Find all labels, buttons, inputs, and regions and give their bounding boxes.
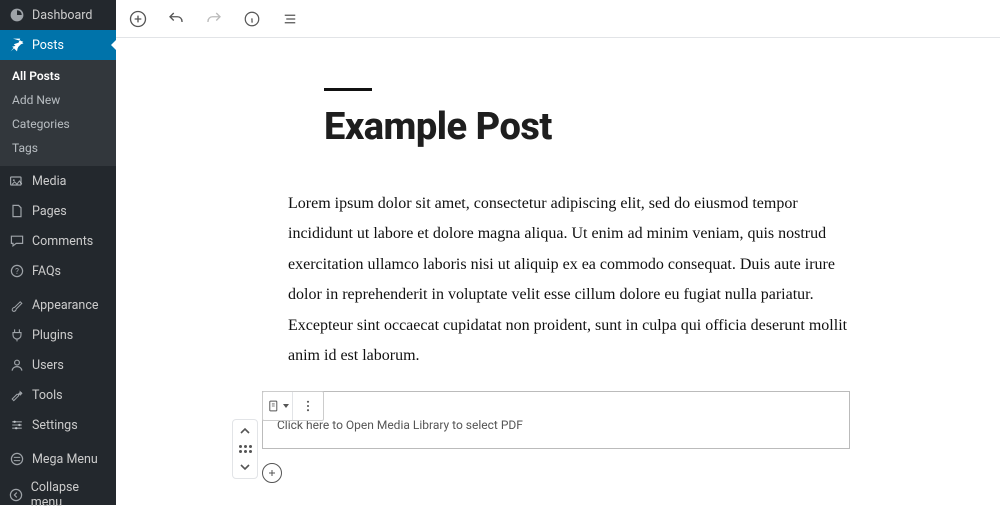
user-icon: [8, 356, 26, 374]
pdf-placeholder[interactable]: Click here to Open Media Library to sele…: [262, 391, 850, 449]
admin-sidebar: Dashboard Posts All Posts Add New Catego…: [0, 0, 116, 505]
block-toolbar: [262, 391, 324, 421]
sidebar-label: Dashboard: [32, 8, 92, 23]
chevron-down-icon: [283, 404, 289, 408]
brush-icon: [8, 296, 26, 314]
menu-icon: [8, 450, 26, 468]
sidebar-item-media[interactable]: Media: [0, 166, 116, 196]
sidebar-label: Users: [32, 358, 64, 373]
page-icon: [8, 202, 26, 220]
sidebar-item-comments[interactable]: Comments: [0, 226, 116, 256]
sidebar-label: Settings: [32, 418, 78, 433]
post-paragraph[interactable]: Lorem ipsum dolor sit amet, consectetur …: [288, 189, 850, 371]
sidebar-label: Tools: [32, 388, 63, 403]
editor-main: Example Post Lorem ipsum dolor sit amet,…: [116, 0, 1000, 505]
sidebar-item-pages[interactable]: Pages: [0, 196, 116, 226]
svg-text:?: ?: [15, 267, 19, 276]
pdf-block: Click here to Open Media Library to sele…: [236, 391, 850, 449]
sidebar-label: Plugins: [32, 328, 73, 343]
sidebar-label: FAQs: [32, 264, 61, 279]
sidebar-label: Media: [32, 174, 66, 189]
sidebar-label: Comments: [32, 234, 93, 249]
sidebar-item-mega-menu[interactable]: Mega Menu: [0, 444, 116, 474]
move-up-button[interactable]: [237, 424, 253, 438]
undo-button[interactable]: [164, 7, 188, 31]
post-title[interactable]: Example Post: [324, 105, 850, 149]
plugin-icon: [8, 326, 26, 344]
help-icon: ?: [8, 262, 26, 280]
submenu-all-posts[interactable]: All Posts: [0, 64, 116, 88]
add-block-button[interactable]: [126, 7, 150, 31]
comment-icon: [8, 232, 26, 250]
editor-canvas: Example Post Lorem ipsum dolor sit amet,…: [116, 38, 1000, 505]
pin-icon: [8, 36, 26, 54]
sidebar-item-posts[interactable]: Posts: [0, 30, 116, 60]
title-divider: [324, 88, 372, 91]
submenu-categories[interactable]: Categories: [0, 112, 116, 136]
submenu-tags[interactable]: Tags: [0, 136, 116, 160]
sidebar-label: Mega Menu: [32, 452, 98, 467]
redo-button[interactable]: [202, 7, 226, 31]
add-block-after-button[interactable]: [262, 463, 282, 483]
sidebar-label: Posts: [32, 38, 64, 53]
block-mover: [232, 419, 258, 479]
sidebar-item-appearance[interactable]: Appearance: [0, 290, 116, 320]
sidebar-item-tools[interactable]: Tools: [0, 380, 116, 410]
sidebar-label: Appearance: [32, 298, 99, 313]
drag-handle[interactable]: [237, 442, 253, 456]
sidebar-label: Pages: [32, 204, 67, 219]
move-down-button[interactable]: [237, 460, 253, 474]
sliders-icon: [8, 416, 26, 434]
sidebar-label: Collapse menu: [31, 480, 108, 510]
sidebar-item-plugins[interactable]: Plugins: [0, 320, 116, 350]
block-options-button[interactable]: [293, 392, 323, 420]
block-type-button[interactable]: [263, 392, 293, 420]
posts-submenu: All Posts Add New Categories Tags: [0, 60, 116, 166]
info-button[interactable]: [240, 7, 264, 31]
collapse-icon: [8, 486, 25, 504]
sidebar-item-faqs[interactable]: ? FAQs: [0, 256, 116, 286]
sidebar-collapse[interactable]: Collapse menu: [0, 474, 116, 516]
sidebar-item-dashboard[interactable]: Dashboard: [0, 0, 116, 30]
sidebar-item-users[interactable]: Users: [0, 350, 116, 380]
editor-toolbar: [116, 0, 1000, 38]
wrench-icon: [8, 386, 26, 404]
outline-button[interactable]: [278, 7, 302, 31]
submenu-add-new[interactable]: Add New: [0, 88, 116, 112]
dashboard-icon: [8, 6, 26, 24]
sidebar-item-settings[interactable]: Settings: [0, 410, 116, 440]
media-icon: [8, 172, 26, 190]
